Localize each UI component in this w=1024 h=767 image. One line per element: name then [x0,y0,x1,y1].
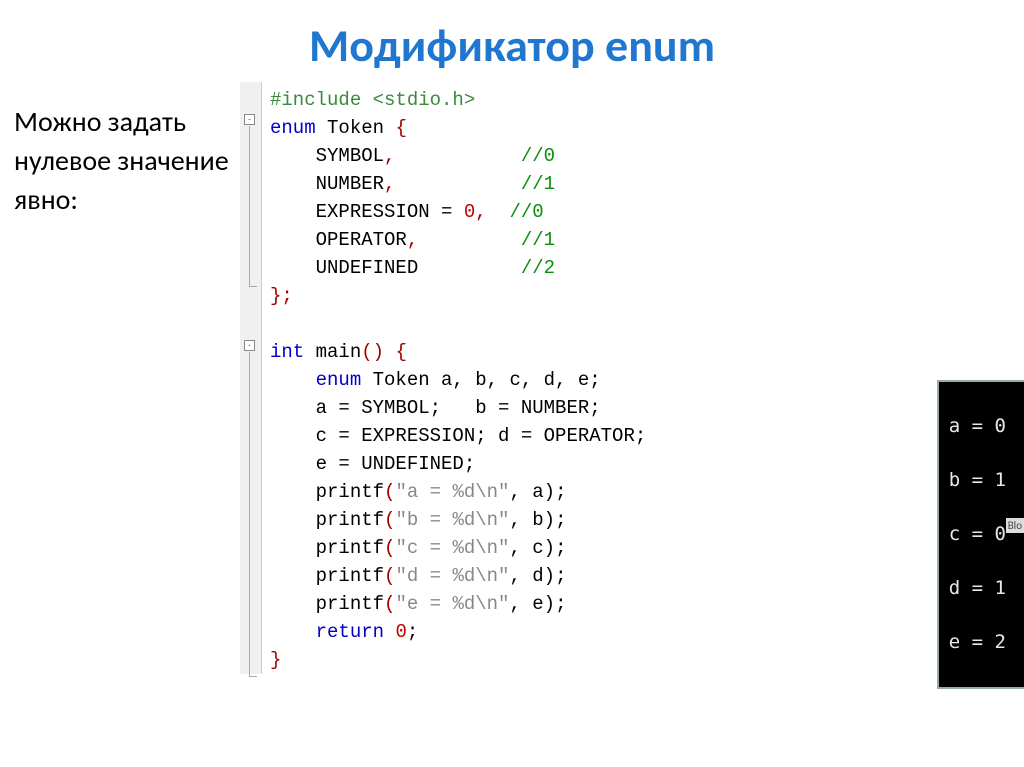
code-line: a = SYMBOL; b = NUMBER; [270,397,601,419]
fold-line [249,352,250,676]
code-editor-panel: - - #include <stdio.h> enum Token { SYMB… [240,82,646,674]
code-token: 0 [464,201,475,223]
code-token: EXPRESSION [270,201,441,223]
console-output: a = 0 b = 1 c = 0 d = 1 e = 2 [937,380,1024,689]
code-token [395,145,520,167]
code-token [418,229,521,251]
console-line: b = 1 [949,467,1006,494]
code-token [270,621,316,643]
code-token: , d); [509,565,566,587]
code-token: , e); [509,593,566,615]
code-line: #include <stdio.h> [270,89,475,111]
code-token [395,173,520,195]
code-string: "a = %d\n" [395,481,509,503]
code-token: , [407,229,418,251]
code-token: () { [361,341,407,363]
code-token [487,201,510,223]
fold-line [249,126,250,286]
code-token: }; [270,285,293,307]
code-token: OPERATOR [270,229,407,251]
code-token [418,257,521,279]
code-token: return [316,621,384,643]
code-token: main [304,341,361,363]
console-line: d = 1 [949,575,1006,602]
code-token: 0 [395,621,406,643]
code-token: int [270,341,304,363]
code-token: , c); [509,537,566,559]
code-token: ( [384,481,395,503]
code-token: ( [384,509,395,531]
code-token: ( [384,565,395,587]
code-token: Token [316,117,396,139]
code-token: { [395,117,406,139]
code-comment: //0 [509,201,543,223]
cropped-label: Blo [1006,518,1024,533]
code-token: , b); [509,509,566,531]
code-token [384,621,395,643]
code-token: , a); [509,481,566,503]
fold-box-icon[interactable]: - [244,114,255,125]
code-comment: //2 [521,257,555,279]
code-token: = [441,201,464,223]
code-comment: //0 [521,145,555,167]
code-token: ( [384,537,395,559]
code-string: "b = %d\n" [395,509,509,531]
code-token: printf [270,509,384,531]
code-token: ( [384,593,395,615]
code-token [270,369,316,391]
code-token: } [270,649,281,671]
console-line: a = 0 [949,413,1006,440]
code-token: SYMBOL [270,145,384,167]
code-token: printf [270,565,384,587]
code-token: printf [270,593,384,615]
code-comment: //1 [521,229,555,251]
slide-body: Можно задать нулевое значение явно: - - … [0,82,1024,674]
code-token: ; [407,621,418,643]
fold-end [249,676,257,677]
code-token: , [384,173,395,195]
slide-title: Модификатор enum [0,0,1024,82]
code-token: enum [316,369,362,391]
editor-gutter: - - [240,82,262,674]
code-token: printf [270,537,384,559]
code-token: NUMBER [270,173,384,195]
code-token: UNDEFINED [270,257,418,279]
source-code: #include <stdio.h> enum Token { SYMBOL , … [262,86,646,674]
fold-box-icon[interactable]: - [244,340,255,351]
code-token: , [475,201,486,223]
console-line: c = 0 [949,521,1006,548]
code-token: printf [270,481,384,503]
code-line: c = EXPRESSION; d = OPERATOR; [270,425,646,447]
code-string: "c = %d\n" [395,537,509,559]
console-line: e = 2 [949,629,1006,656]
code-string: "e = %d\n" [395,593,509,615]
code-token: Token a, b, c, d, e; [361,369,600,391]
explanation-text: Можно задать нулевое значение явно: [10,82,240,674]
fold-end [249,286,257,287]
code-line: e = UNDEFINED; [270,453,475,475]
code-comment: //1 [521,173,555,195]
code-token: , [384,145,395,167]
code-token: enum [270,117,316,139]
code-string: "d = %d\n" [395,565,509,587]
